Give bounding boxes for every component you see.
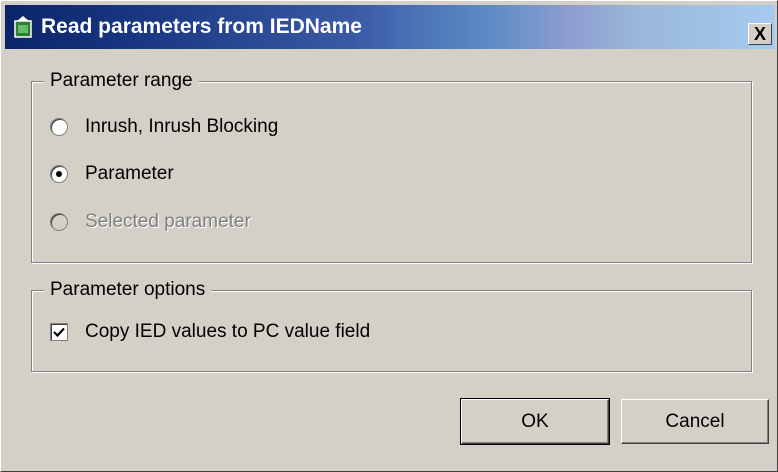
radio-inrush[interactable]: [50, 118, 68, 136]
copy-ied-values-label: Copy IED values to PC value field: [85, 321, 371, 342]
radio-selected-parameter: [50, 213, 68, 231]
radio-parameter-label: Parameter: [85, 163, 174, 184]
parameter-options-legend: Parameter options: [44, 278, 212, 302]
ok-button[interactable]: OK: [460, 398, 610, 445]
dialog-title: Read parameters from IEDName: [41, 15, 362, 38]
app-icon: [14, 16, 32, 38]
radio-selected-parameter-row: Selected parameter: [50, 211, 251, 233]
copy-ied-values-checkbox[interactable]: [50, 323, 68, 341]
close-button[interactable]: X: [748, 23, 772, 45]
read-parameters-dialog: Read parameters from IEDName X Parameter…: [0, 0, 778, 472]
title-bar[interactable]: Read parameters from IEDName X: [5, 5, 775, 49]
checkmark-icon: [53, 327, 65, 337]
radio-inrush-row[interactable]: Inrush, Inrush Blocking: [50, 116, 278, 138]
radio-parameter[interactable]: [50, 165, 68, 183]
parameter-range-legend: Parameter range: [44, 69, 199, 93]
parameter-options-group: Parameter options Copy IED values to PC …: [31, 278, 752, 372]
cancel-button[interactable]: Cancel: [621, 399, 769, 444]
radio-parameter-row[interactable]: Parameter: [50, 163, 174, 185]
copy-ied-values-row[interactable]: Copy IED values to PC value field: [50, 321, 370, 343]
radio-selected-parameter-label: Selected parameter: [85, 211, 251, 232]
parameter-range-group: Parameter range Inrush, Inrush Blocking …: [31, 69, 752, 263]
radio-inrush-label: Inrush, Inrush Blocking: [85, 116, 279, 137]
